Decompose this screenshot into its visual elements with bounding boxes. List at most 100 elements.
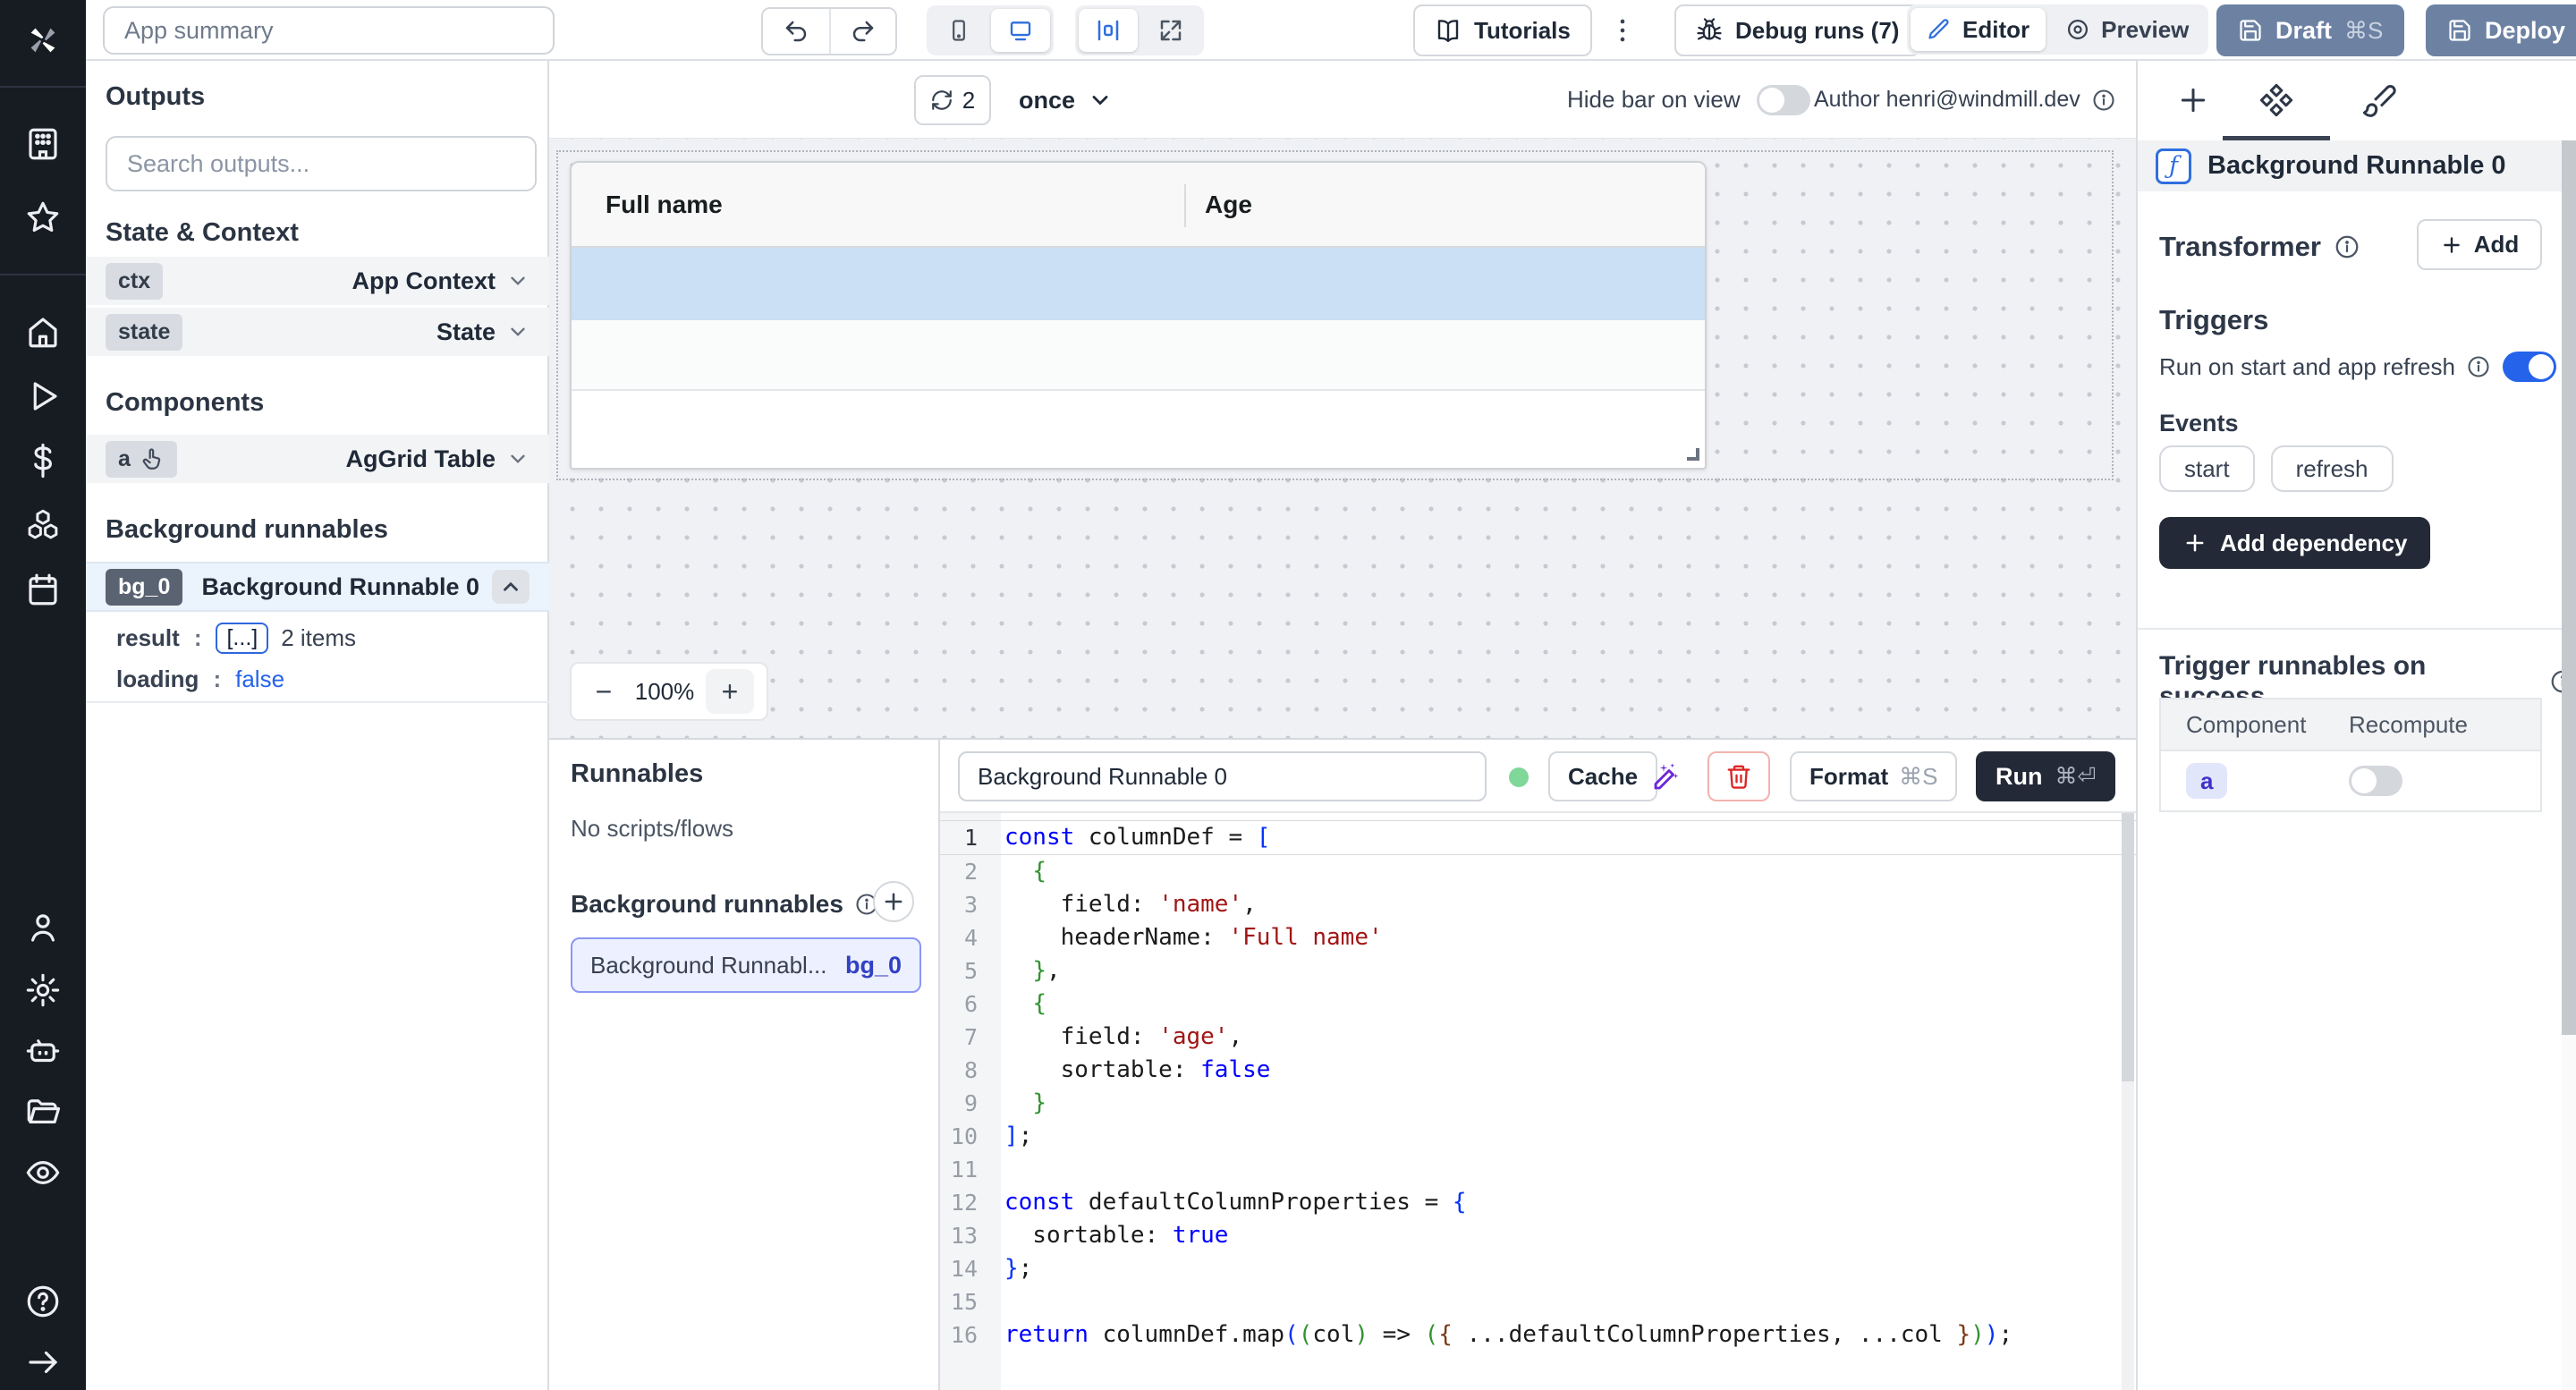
format-shortcut: ⌘S (1899, 763, 1937, 791)
state-context-title: State & Context (106, 218, 299, 248)
runnables-list-panel: Runnables No scripts/flows Background ru… (549, 740, 940, 1390)
table-row-selected[interactable] (572, 248, 1705, 320)
runs-play-icon[interactable] (24, 377, 62, 415)
table-header-row: Full name Age (572, 163, 1705, 248)
ai-robot-icon[interactable] (24, 1032, 62, 1070)
hide-bar-label: Hide bar on view (1567, 86, 1741, 114)
chevron-down-icon (506, 269, 530, 292)
more-options-kebab-icon[interactable] (1605, 13, 1640, 48)
column-header-age[interactable]: Age (1205, 191, 1252, 219)
event-chip-refresh[interactable]: refresh (2271, 445, 2394, 492)
favorites-star-icon[interactable] (24, 199, 62, 236)
variables-dollar-icon[interactable] (24, 442, 62, 479)
delete-runnable-button[interactable] (1707, 751, 1770, 801)
help-icon[interactable] (24, 1283, 62, 1320)
output-row-component-a[interactable]: a AgGrid Table (86, 435, 549, 483)
column-divider[interactable] (1184, 184, 1186, 227)
tab-styling-brush-icon[interactable] (2361, 82, 2397, 118)
zoom-out-button[interactable]: − (584, 675, 623, 708)
collapse-arrow-icon[interactable] (24, 1343, 62, 1381)
runnables-title: Runnables (571, 759, 703, 789)
table-row[interactable] (572, 391, 1705, 466)
draft-button[interactable]: Draft ⌘S (2216, 4, 2404, 56)
tab-insert-plus-icon[interactable] (2175, 82, 2211, 118)
runnable-name-input[interactable] (958, 751, 1487, 801)
preview-tab[interactable]: Preview (2049, 8, 2205, 51)
ai-wand-icon[interactable] (1650, 761, 1682, 793)
run-button[interactable]: Run ⌘⏎ (1976, 751, 2115, 801)
resize-handle[interactable] (1687, 448, 1699, 461)
bg0-loading-row[interactable]: loading : false (86, 658, 549, 699)
top-toolbar: Tutorials Debug runs (7) Editor Preview … (86, 0, 2576, 61)
chevron-down-icon (1088, 88, 1113, 113)
ctx-type-label: App Context (352, 267, 496, 295)
hide-bar-toggle[interactable] (1757, 85, 1810, 115)
chevron-down-icon (506, 320, 530, 343)
column-header-full-name[interactable]: Full name (606, 191, 723, 219)
event-chips: start refresh (2159, 445, 2394, 492)
schedules-calendar-icon[interactable] (24, 571, 62, 608)
undo-button[interactable] (763, 9, 829, 54)
output-row-bg0[interactable]: bg_0 Background Runnable 0 (86, 562, 549, 612)
aggrid-table-component[interactable]: Full name Age (570, 161, 1707, 470)
background-runnable-item-selected[interactable]: Background Runnabl... bg_0 (571, 937, 921, 993)
desktop-view-button[interactable] (991, 9, 1050, 52)
app-summary-input[interactable] (103, 6, 555, 55)
add-dependency-button[interactable]: Add dependency (2159, 517, 2430, 569)
editor-tab[interactable]: Editor (1911, 8, 2046, 51)
folders-icon[interactable] (24, 1093, 62, 1131)
refresh-mode-select[interactable]: once (1006, 75, 1125, 125)
run-on-start-row: Run on start and app refresh (2159, 352, 2556, 382)
save-icon (2447, 18, 2472, 43)
audit-eye-icon[interactable] (24, 1154, 62, 1191)
table-row[interactable] (572, 320, 1705, 391)
resources-cubes-icon[interactable] (24, 506, 62, 544)
device-toggle-group (927, 5, 1054, 55)
add-background-runnable-button[interactable] (873, 881, 914, 922)
deploy-button[interactable]: Deploy (2426, 4, 2576, 56)
collapse-chevron-up-button[interactable] (492, 570, 530, 604)
outputs-title: Outputs (106, 82, 205, 112)
refresh-icon (930, 89, 953, 112)
redo-button[interactable] (829, 9, 895, 54)
editor-scrollbar[interactable] (2122, 813, 2134, 1390)
bg0-result-row[interactable]: result : [...] 2 items (86, 617, 549, 658)
table-header-row: Component Recompute (2161, 699, 2540, 751)
info-icon (2334, 233, 2360, 260)
code-lines[interactable]: 1const columnDef = [2 {3 field: 'name',4… (940, 820, 2136, 1352)
panel-scrollbar[interactable] (2562, 140, 2576, 1390)
windmill-logo-icon[interactable] (22, 20, 64, 61)
add-transformer-button[interactable]: Add (2417, 219, 2542, 270)
save-icon (2238, 18, 2263, 43)
result-array-chip[interactable]: [...] (216, 623, 268, 654)
settings-gear-icon[interactable] (24, 971, 62, 1009)
expand-layout-button[interactable] (1141, 9, 1200, 52)
debug-runs-button[interactable]: Debug runs (7) (1674, 4, 1920, 56)
ctx-badge: ctx (106, 263, 163, 300)
home-icon[interactable] (24, 313, 62, 351)
workspace-icon[interactable] (24, 125, 62, 163)
run-on-start-toggle[interactable] (2503, 352, 2556, 382)
event-chip-start[interactable]: start (2159, 445, 2255, 492)
tutorials-button[interactable]: Tutorials (1413, 4, 1592, 56)
output-row-state[interactable]: state State (86, 308, 549, 356)
recompute-column-header: Recompute (2349, 711, 2468, 739)
component-a-chip[interactable]: a (2186, 763, 2227, 799)
recompute-toggle[interactable] (2349, 766, 2402, 796)
user-icon[interactable] (24, 909, 62, 946)
format-button[interactable]: Format ⌘S (1790, 751, 1957, 801)
refresh-count-button[interactable]: 2 (914, 75, 991, 125)
center-layout-button[interactable] (1079, 9, 1138, 52)
runnable-item-label: Background Runnabl... (590, 952, 827, 979)
plus-icon (881, 889, 906, 914)
mobile-view-button[interactable] (930, 9, 987, 52)
code-editor[interactable]: 1const columnDef = [2 {3 field: 'name',4… (940, 813, 2136, 1390)
cache-button[interactable]: Cache (1548, 751, 1657, 801)
search-outputs-input[interactable] (106, 136, 537, 191)
output-row-ctx[interactable]: ctx App Context (86, 257, 549, 305)
triggers-heading: Triggers (2159, 304, 2268, 336)
pen-icon (1927, 17, 1952, 42)
app-canvas[interactable]: Full name Age − 100% + (549, 139, 2136, 738)
zoom-in-button[interactable]: + (706, 669, 754, 714)
tab-settings-component-icon[interactable] (2258, 82, 2294, 118)
